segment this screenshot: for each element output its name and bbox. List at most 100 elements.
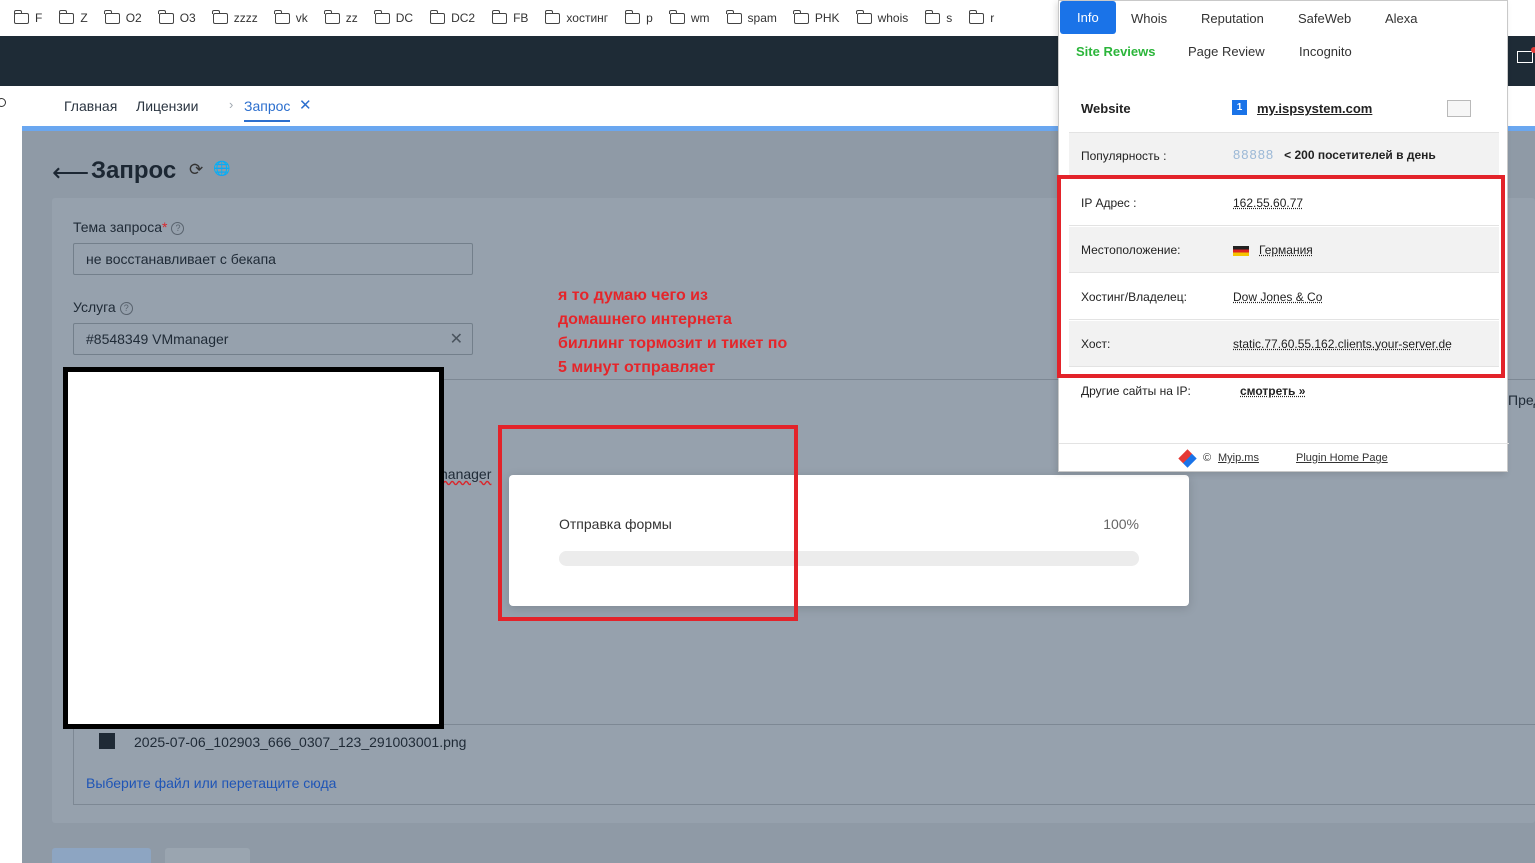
plugin-footer: © Myip.ms Plugin Home Page <box>1059 443 1509 473</box>
bookmark-folder[interactable]: DC <box>374 9 414 25</box>
plugin-tab-page-review[interactable]: Page Review <box>1188 44 1265 59</box>
bookmark-folder[interactable]: s <box>924 9 952 25</box>
bookmark-folder[interactable]: spam <box>726 9 777 25</box>
folder-icon <box>968 9 985 24</box>
close-tab-icon[interactable]: ✕ <box>299 96 312 114</box>
folder-icon <box>158 9 174 24</box>
folder-icon <box>104 9 120 24</box>
folder-icon <box>793 9 809 24</box>
copyright: © <box>1203 452 1212 464</box>
bookmark-label: spam <box>747 11 777 25</box>
folder-icon <box>726 9 742 24</box>
subject-label: Тема запроса*? <box>73 219 185 235</box>
plugin-tab-info[interactable]: Info <box>1060 1 1116 34</box>
popularity-value: 88888 < 200 посетителей в день <box>1233 147 1436 162</box>
folder-icon <box>856 9 872 24</box>
bookmark-label: FB <box>513 11 529 25</box>
plugin-row-popularity: Популярность : 88888 < 200 посетителей в … <box>1069 133 1499 179</box>
bookmark-folder[interactable]: O2 <box>104 9 142 25</box>
folder-icon <box>669 9 685 24</box>
annotation-box-progress <box>498 425 798 621</box>
envelope-icon[interactable] <box>1447 100 1471 117</box>
bookmark-label: wm <box>690 11 710 25</box>
other-sites-link[interactable]: смотреть » <box>1240 384 1305 398</box>
plugin-tab-whois[interactable]: Whois <box>1131 11 1167 26</box>
bookmark-folder[interactable]: p <box>624 9 653 25</box>
page-title: Запрос <box>91 157 177 184</box>
bookmark-folder[interactable]: whois <box>856 9 909 25</box>
bookmark-label: whois <box>877 11 909 25</box>
myip-link[interactable]: Myip.ms <box>1218 452 1259 464</box>
bookmark-folder[interactable]: zz <box>324 9 358 25</box>
bookmark-label: DC <box>395 11 414 25</box>
bookmark-folder[interactable]: F <box>13 9 43 25</box>
subject-input[interactable]: не восстанавливает с бекапа <box>73 243 473 275</box>
service-label-text: Услуга <box>73 299 116 315</box>
bookmark-folder[interactable]: vk <box>274 9 308 25</box>
bookmark-folder[interactable]: хостинг <box>544 9 609 25</box>
popularity-label: Популярность : <box>1081 149 1167 163</box>
other-sites-label: Другие сайты на IP: <box>1081 384 1191 398</box>
service-select[interactable]: #8548349 VMmanager ✕ <box>73 323 473 355</box>
bookmark-label: F <box>35 11 43 25</box>
bookmark-label: Z <box>80 11 88 25</box>
help-icon[interactable]: ? <box>119 301 133 315</box>
folder-icon <box>212 9 228 24</box>
plugin-home-link[interactable]: Plugin Home Page <box>1296 452 1388 464</box>
bookmark-label: O2 <box>125 11 142 25</box>
bookmark-label: vk <box>295 11 308 25</box>
bookmark-folder[interactable]: r <box>968 9 995 25</box>
submit-button[interactable] <box>52 848 151 863</box>
progress-percent: 100% <box>1103 516 1139 532</box>
folder-icon <box>274 9 290 24</box>
refresh-icon[interactable]: ⟳ <box>189 160 203 180</box>
help-icon[interactable]: ? <box>171 221 185 235</box>
annotation-text: я то думаю чего из домашнего интернета б… <box>558 287 788 376</box>
tab-home[interactable]: Главная <box>64 98 117 114</box>
required-mark: * <box>162 219 168 235</box>
attached-file-name: 2025-07-06_102903_666_0307_123_291003001… <box>134 734 467 750</box>
bookmark-folder[interactable]: wm <box>669 9 710 25</box>
tab-request[interactable]: Запрос <box>244 98 291 122</box>
back-arrow-icon[interactable]: ⟵ <box>52 157 89 188</box>
plugin-tab-alexa[interactable]: Alexa <box>1385 11 1418 26</box>
bookmark-folder[interactable]: Z <box>58 9 88 25</box>
search-icon[interactable] <box>0 98 6 107</box>
tab-licenses[interactable]: Лицензии <box>136 98 198 114</box>
folder-icon <box>374 9 390 24</box>
bookmark-label: DC2 <box>451 11 476 25</box>
myip-logo-icon <box>1178 449 1197 468</box>
folder-icon <box>429 9 446 24</box>
folder-icon <box>924 9 941 24</box>
mail-icon[interactable] <box>1517 47 1535 63</box>
bookmark-label: r <box>990 11 995 25</box>
plugin-tab-safeweb[interactable]: SafeWeb <box>1298 11 1351 26</box>
people-icon: 88888 <box>1233 147 1275 162</box>
bookmark-folder[interactable]: DC2 <box>429 9 476 25</box>
file-icon <box>99 733 115 749</box>
folder-icon <box>491 9 508 24</box>
popularity-text: < 200 посетителей в день <box>1284 148 1436 162</box>
plugin-tab-site-reviews[interactable]: Site Reviews <box>1076 44 1156 59</box>
globe-icon[interactable]: 🌐 <box>213 160 230 180</box>
sidebar <box>0 126 22 863</box>
bookmark-label: zzzz <box>233 11 258 25</box>
preview-tab-cut[interactable]: Пред <box>1508 392 1535 408</box>
bookmark-folder[interactable]: FB <box>491 9 529 25</box>
redaction-box <box>63 367 444 729</box>
bookmark-label: O3 <box>179 11 196 25</box>
bookmark-label: zz <box>345 11 358 25</box>
bookmark-folder[interactable]: zzzz <box>212 9 258 25</box>
folder-icon <box>624 9 641 24</box>
bookmark-folder[interactable]: O3 <box>158 9 196 25</box>
website-value[interactable]: my.ispsystem.com <box>1257 101 1372 116</box>
clear-icon[interactable]: ✕ <box>450 329 463 349</box>
folder-icon <box>13 9 29 24</box>
upload-link[interactable]: Выберите файл или перетащите сюда <box>86 775 336 791</box>
plugin-tab-incognito[interactable]: Incognito <box>1299 44 1352 59</box>
cancel-button[interactable] <box>165 848 250 863</box>
folder-icon <box>544 9 561 24</box>
bookmark-label: хостинг <box>566 11 609 25</box>
bookmark-folder[interactable]: PHK <box>793 9 840 25</box>
plugin-tab-reputation[interactable]: Reputation <box>1201 11 1264 26</box>
